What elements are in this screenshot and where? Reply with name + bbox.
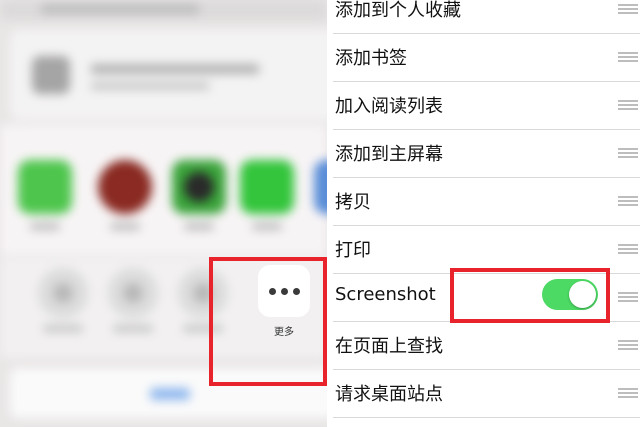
list-item-label: 添加到主屏幕 bbox=[335, 144, 443, 165]
list-item-desktop-site[interactable]: 请求桌面站点 bbox=[333, 370, 640, 418]
list-item-add-bookmark[interactable]: 添加书签 bbox=[333, 34, 640, 82]
reorder-handle-icon[interactable] bbox=[618, 196, 638, 206]
list-item-reading-list[interactable]: 加入阅读列表 bbox=[333, 82, 640, 130]
reorder-handle-icon[interactable] bbox=[618, 244, 638, 254]
list-item-label: 加入阅读列表 bbox=[335, 96, 443, 117]
highlight-box-more bbox=[209, 257, 327, 386]
share-sheet-panel: 更多 bbox=[0, 0, 327, 427]
reorder-handle-icon[interactable] bbox=[618, 52, 638, 62]
list-item-add-favorites[interactable]: 添加到个人收藏 bbox=[333, 0, 640, 34]
reorder-handle-icon[interactable] bbox=[618, 4, 638, 14]
list-item-label: 打印 bbox=[335, 240, 371, 261]
reorder-handle-icon[interactable] bbox=[618, 388, 638, 398]
highlight-box-toggle bbox=[450, 268, 610, 323]
activity-list: 添加到个人收藏 添加书签 加入阅读列表 添加到主屏幕 拷贝 打印 Screens… bbox=[333, 0, 640, 427]
reorder-handle-icon[interactable] bbox=[618, 148, 638, 158]
reorder-handle-icon[interactable] bbox=[618, 292, 638, 302]
list-item-copy[interactable]: 拷贝 bbox=[333, 178, 640, 226]
list-item-label: 添加到个人收藏 bbox=[335, 0, 461, 21]
reorder-handle-icon[interactable] bbox=[618, 340, 638, 350]
list-item-print[interactable]: 打印 bbox=[333, 226, 640, 274]
list-item-label: Screenshot bbox=[335, 284, 436, 305]
list-item-find-on-page[interactable]: 在页面上查找 bbox=[333, 322, 640, 370]
list-item-add-home-screen[interactable]: 添加到主屏幕 bbox=[333, 130, 640, 178]
list-item-label: 拷贝 bbox=[335, 192, 371, 213]
reorder-handle-icon[interactable] bbox=[618, 100, 638, 110]
list-item-label: 添加书签 bbox=[335, 48, 407, 69]
list-item-label: 请求桌面站点 bbox=[335, 384, 443, 405]
list-item-label: 在页面上查找 bbox=[335, 336, 443, 357]
